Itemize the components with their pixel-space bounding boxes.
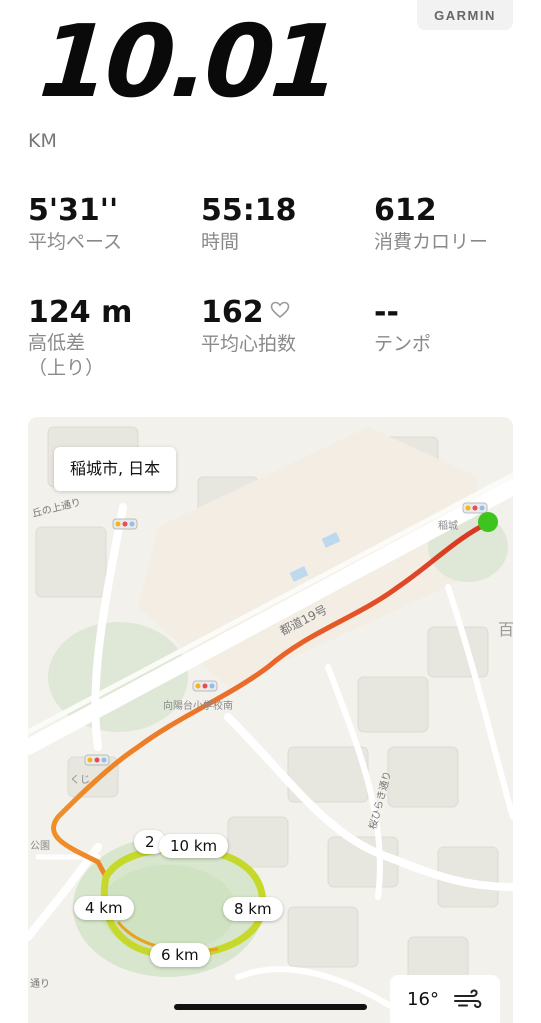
route-map[interactable]: 都道19号 丘の上通り 稲城 向陽台小学校南 くじ 公園 桜ひらき通り 通り 百… bbox=[28, 417, 513, 1023]
map-label-hyaku: 百 bbox=[498, 620, 513, 639]
stat-calories: 612 消費カロリー bbox=[374, 193, 488, 255]
stat-label: 平均ペース bbox=[28, 231, 123, 253]
stat-label: 消費カロリー bbox=[374, 231, 489, 253]
km-marker-6: 6 km bbox=[150, 943, 210, 967]
start-marker bbox=[478, 512, 498, 532]
stop-label-mukaiyodai: 向陽台小学校南 bbox=[163, 699, 233, 712]
weather-widget: 16° bbox=[390, 975, 500, 1023]
stat-time: 55:18 時間 bbox=[201, 193, 297, 255]
distance-value: 10.01 bbox=[35, 3, 341, 120]
stat-label: 平均心拍数 bbox=[201, 333, 297, 355]
transit-stop-icon bbox=[84, 754, 110, 766]
km-marker-10: 10 km bbox=[159, 834, 229, 858]
road-label-dori: 通り bbox=[30, 978, 50, 990]
wind-icon bbox=[453, 989, 482, 1009]
stat-value: 124 m bbox=[28, 295, 133, 330]
stat-avg-pace: 5'31'' 平均ペース bbox=[28, 193, 122, 255]
stat-label: 時間 bbox=[201, 231, 240, 253]
location-label: 稲城市, 日本 bbox=[54, 447, 177, 491]
distance-unit: KM bbox=[28, 130, 57, 152]
brand-text: GARMIN bbox=[434, 7, 496, 23]
weather-temperature: 16° bbox=[407, 988, 439, 1010]
home-indicator[interactable] bbox=[174, 1004, 367, 1010]
km-marker-4: 4 km bbox=[74, 896, 134, 920]
stop-label-kuji: くじ bbox=[70, 774, 90, 786]
transit-stop-icon bbox=[112, 518, 138, 530]
transit-stop-icon bbox=[462, 502, 488, 514]
stat-value: 162 bbox=[201, 295, 264, 330]
stat-label: 高低差 （上り） bbox=[28, 332, 105, 379]
stat-avg-heart-rate: 162 平均心拍数 bbox=[201, 295, 296, 357]
garmin-logo: GARMIN bbox=[417, 0, 513, 30]
stat-elevation-gain: 124 m 高低差 （上り） bbox=[28, 295, 132, 381]
stat-value: 612 bbox=[374, 193, 437, 228]
stat-value: 5'31'' bbox=[28, 193, 119, 228]
map-canvas[interactable]: 都道19号 丘の上通り 稲城 向陽台小学校南 くじ 公園 桜ひらき通り 通り 百 bbox=[28, 417, 513, 1023]
stat-value: 55:18 bbox=[201, 193, 297, 228]
park-label: 公園 bbox=[30, 840, 50, 852]
heart-icon bbox=[270, 301, 289, 319]
km-marker-8: 8 km bbox=[223, 897, 283, 921]
stat-label: テンポ bbox=[374, 333, 432, 355]
transit-stop-icon bbox=[192, 680, 218, 692]
stat-value: -- bbox=[374, 295, 399, 330]
stat-cadence: -- テンポ bbox=[374, 295, 431, 357]
stop-label-inagi: 稲城 bbox=[438, 520, 458, 532]
